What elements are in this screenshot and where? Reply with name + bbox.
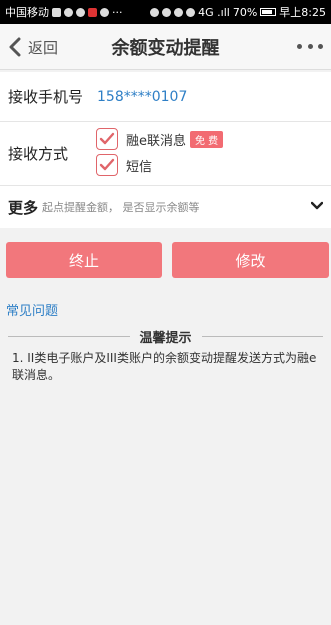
more-label: 更多 [8,198,39,217]
checkbox-sms[interactable] [96,154,118,176]
phone-value: 158****0107 [97,88,188,105]
status-bar-left: 中国移动 ··· [5,4,123,20]
more-notifications: ··· [112,5,123,19]
tips-title: 温馨提示 [139,330,192,346]
dot [318,43,323,49]
battery-percent: 70% [232,5,258,19]
alarm-icon [162,7,172,17]
method-label: 接收方式 [8,145,69,163]
back-button[interactable]: 返回 [8,24,58,70]
option-rongelian[interactable]: 融e联消息 免 费 [96,128,224,150]
signal-indicator: 4G .ıll [198,5,230,19]
tip-item: 1. II类电子账户及III类账户的余额变动提醒发送方式为融e联消息。 [12,351,317,382]
chrome-notification-icon [100,7,109,17]
divider [8,335,130,337]
chevron-down-icon [311,201,323,210]
free-badge: 免 费 [190,130,224,148]
image-notification-icon [52,7,61,17]
phone-row: 接收手机号 158****0107 [0,72,331,122]
back-label: 返回 [28,38,59,57]
option-sms-label: 短信 [126,159,153,175]
more-options-row[interactable]: 更多 起点提醒金额， 是否显示余额等 [0,186,331,228]
check-icon [99,132,115,145]
tips-header: 温馨提示 [8,326,324,346]
app-notification-icon [88,7,97,17]
carrier-name: 中国移动 [5,6,49,19]
dot [297,43,302,49]
nav-bar: 返回 余额变动提醒 [0,24,331,70]
status-bar-right: 4G .ıll 70% 早上8:25 [150,4,326,20]
edit-button[interactable]: 修改 [172,242,329,278]
checkbox-rongelian[interactable] [96,128,118,150]
divider [201,335,324,337]
vibrate-icon [174,7,184,17]
more-dots-icon[interactable] [297,38,323,54]
stop-button[interactable]: 终止 [6,242,162,278]
dot [307,43,313,49]
status-bar: 中国移动 ··· 4G .ıll 70% 早上8:25 [0,0,331,24]
battery-icon [260,8,277,16]
wechat-notification-icon [64,7,73,17]
tips-list: 1. II类电子账户及III类账户的余额变动提醒发送方式为融e联消息。 [12,350,324,384]
check-icon [99,158,115,171]
method-row: 接收方式 融e联消息 免 费 短信 [0,122,331,186]
chevron-left-icon [9,37,21,57]
wifi-icon [186,7,196,17]
clock: 早上8:25 [279,6,326,19]
phone-label: 接收手机号 [8,88,84,106]
option-rongelian-label: 融e联消息 [126,133,186,149]
headset-icon [150,7,160,17]
lock-notification-icon [76,7,85,17]
option-sms[interactable]: 短信 [96,154,152,176]
faq-link[interactable]: 常见问题 [6,300,58,319]
more-hint: 起点提醒金额， 是否显示余额等 [42,201,200,214]
